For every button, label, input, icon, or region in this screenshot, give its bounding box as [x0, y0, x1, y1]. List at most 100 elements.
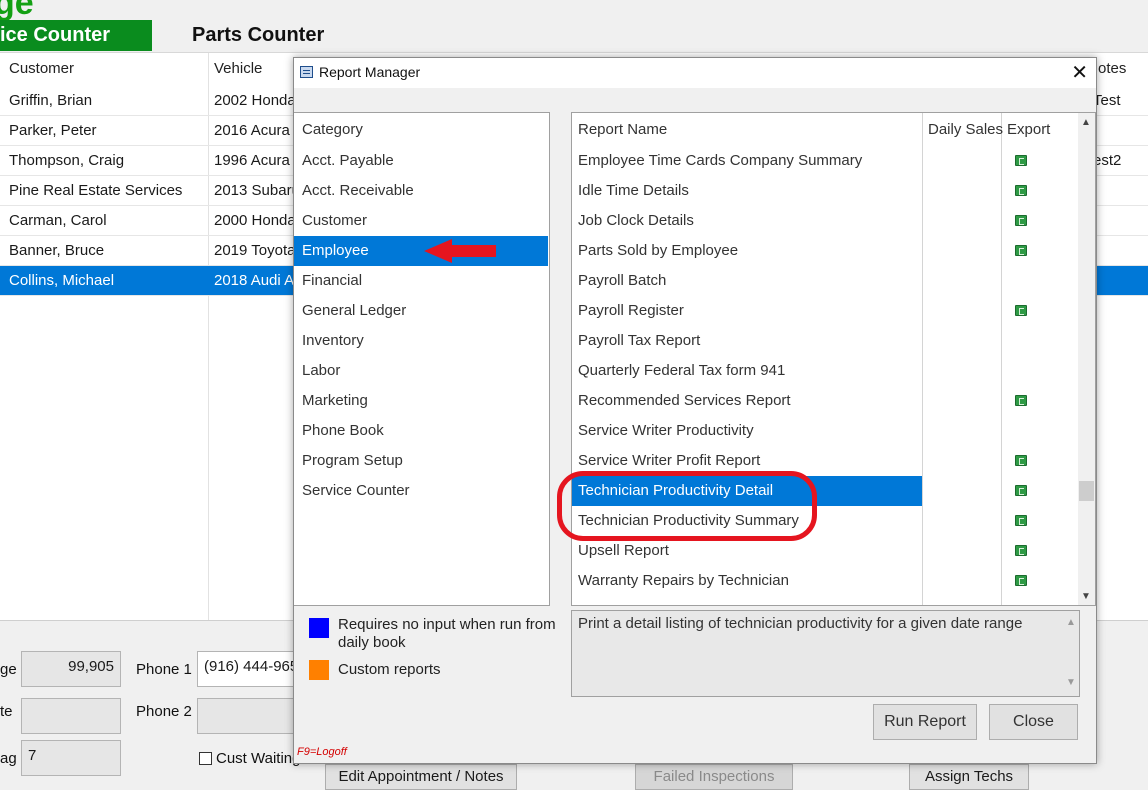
category-item-label: Phone Book [302, 422, 384, 439]
report-column-divider [922, 113, 923, 605]
run-report-button[interactable]: Run Report [873, 704, 977, 740]
report-item[interactable]: Recommended Services Report [572, 386, 922, 416]
report-item[interactable]: Quarterly Federal Tax form 941 [572, 356, 922, 386]
category-item-label: Acct. Receivable [302, 182, 414, 199]
report-item[interactable]: Payroll Batch [572, 266, 922, 296]
annotation-highlight-oval [557, 471, 817, 541]
category-item[interactable]: Acct. Payable [294, 146, 548, 176]
category-item[interactable]: Service Counter [294, 476, 548, 506]
grid-cell-customer: Banner, Bruce [9, 242, 105, 259]
category-item-label: Employee [302, 242, 369, 259]
excel-export-icon[interactable] [1015, 515, 1027, 526]
red-arrow-icon [424, 239, 496, 263]
grid-cell-customer: Collins, Michael [9, 272, 115, 289]
scroll-down-icon[interactable]: ▼ [1066, 677, 1076, 688]
report-name-header[interactable]: Report Name [578, 121, 667, 138]
grid-cell-notes: Test [1093, 92, 1121, 109]
excel-export-icon[interactable] [1015, 305, 1027, 316]
excel-export-icon[interactable] [1015, 395, 1027, 406]
grid-cell-customer: Pine Real Estate Services [9, 182, 183, 199]
grid-cell-customer: Griffin, Brian [9, 92, 93, 109]
category-item-label: Financial [302, 272, 363, 289]
grid-cell-vehicle: 2013 Subaru [214, 182, 294, 199]
report-item[interactable]: Service Writer Productivity [572, 416, 922, 446]
category-item-label: Program Setup [302, 452, 403, 469]
report-item[interactable]: Parts Sold by Employee [572, 236, 922, 266]
date-field[interactable] [21, 698, 121, 734]
scrollbar-thumb[interactable] [1079, 481, 1094, 501]
dialog-titlebar[interactable]: Report Manager ✕ [294, 58, 1096, 88]
description-scrollbar[interactable]: ▲ ▼ [1062, 611, 1079, 696]
category-item[interactable]: Labor [294, 356, 548, 386]
grid-header-notes[interactable]: otes [1098, 53, 1126, 86]
category-item[interactable]: Phone Book [294, 416, 548, 446]
excel-export-icon[interactable] [1015, 185, 1027, 196]
phone1-label: Phone 1 [136, 661, 192, 678]
category-item[interactable]: Marketing [294, 386, 548, 416]
grid-cell-customer: Parker, Peter [9, 122, 97, 139]
close-icon[interactable]: ✕ [1071, 60, 1088, 85]
report-list-scrollbar[interactable]: ▲ ▼ [1078, 113, 1095, 605]
category-header: Category [302, 121, 363, 138]
tag-field[interactable]: 7 [21, 740, 121, 776]
phone1-field[interactable]: (916) 444-965 [197, 651, 297, 687]
category-item-label: Inventory [302, 332, 364, 349]
scroll-down-icon[interactable]: ▼ [1081, 591, 1091, 602]
report-item[interactable]: Payroll Tax Report [572, 326, 922, 356]
report-item[interactable]: Employee Time Cards Company Summary [572, 146, 922, 176]
failed-inspections-button[interactable]: Failed Inspections [635, 764, 793, 790]
excel-export-icon[interactable] [1015, 575, 1027, 586]
excel-export-icon[interactable] [1015, 245, 1027, 256]
export-header[interactable]: Export [1007, 121, 1050, 138]
grid-cell-customer: Thompson, Craig [9, 152, 125, 169]
category-item[interactable]: General Ledger [294, 296, 548, 326]
category-item[interactable]: Customer [294, 206, 548, 236]
grid-cell-vehicle: 2018 Audi A [214, 272, 294, 289]
category-item[interactable]: Acct. Receivable [294, 176, 548, 206]
category-item[interactable]: Financial [294, 266, 548, 296]
legend-orange-swatch [309, 660, 329, 680]
legend-blue-label: Requires no input when run from daily bo… [338, 616, 556, 651]
cust-waiting-checkbox[interactable] [199, 752, 212, 765]
excel-export-icon[interactable] [1015, 485, 1027, 496]
category-list[interactable]: Category Acct. Payable Acct. Receivable Cu… [294, 112, 550, 606]
scroll-up-icon[interactable]: ▲ [1081, 117, 1091, 128]
grid-cell-vehicle: 2019 Toyota [214, 242, 294, 259]
excel-export-icon[interactable] [1015, 215, 1027, 226]
edit-appointment-button[interactable]: Edit Appointment / Notes [325, 764, 517, 790]
report-item[interactable]: Warranty Repairs by Technician [572, 566, 922, 596]
grid-header-customer[interactable]: Customer [9, 53, 74, 86]
phone2-label: Phone 2 [136, 703, 192, 720]
logoff-hint: F9=Logoff [297, 746, 347, 758]
grid-cell-vehicle: 2000 Honda [214, 212, 294, 229]
scroll-up-icon[interactable]: ▲ [1066, 617, 1076, 628]
grid-header-vehicle[interactable]: Vehicle [214, 53, 262, 86]
daily-sales-header[interactable]: Daily Sales [928, 121, 1003, 138]
phone2-field[interactable] [197, 698, 297, 734]
category-item-label: Acct. Payable [302, 152, 394, 169]
report-item[interactable]: Job Clock Details [572, 206, 922, 236]
assign-techs-button[interactable]: Assign Techs [909, 764, 1029, 790]
grid-cell-notes: est2 [1093, 152, 1122, 169]
mileage-field[interactable]: 99,905 [21, 651, 121, 687]
grid-cell-vehicle: 1996 Acura [214, 152, 290, 169]
tab-service-counter[interactable]: ice Counter [0, 20, 152, 51]
category-item[interactable]: Employee [294, 236, 548, 266]
tab-parts-counter[interactable]: Parts Counter [192, 20, 324, 51]
tag-label: ag [0, 750, 17, 767]
dialog-title: Report Manager [319, 64, 421, 80]
excel-export-icon[interactable] [1015, 545, 1027, 556]
report-description-text: Print a detail listing of technician pro… [578, 615, 1023, 632]
excel-export-icon[interactable] [1015, 155, 1027, 166]
close-button[interactable]: Close [989, 704, 1078, 740]
report-item[interactable]: Payroll Register [572, 296, 922, 326]
category-item[interactable]: Program Setup [294, 446, 548, 476]
excel-export-icon[interactable] [1015, 455, 1027, 466]
report-manager-dialog: Report Manager ✕ Category Acct. Payable A… [293, 57, 1097, 764]
category-item-label: General Ledger [302, 302, 407, 319]
category-item-label: Customer [302, 212, 368, 229]
legend-orange-label: Custom reports [338, 661, 441, 678]
report-item[interactable]: Idle Time Details [572, 176, 922, 206]
category-item-label: Service Counter [302, 482, 410, 499]
category-item[interactable]: Inventory [294, 326, 548, 356]
